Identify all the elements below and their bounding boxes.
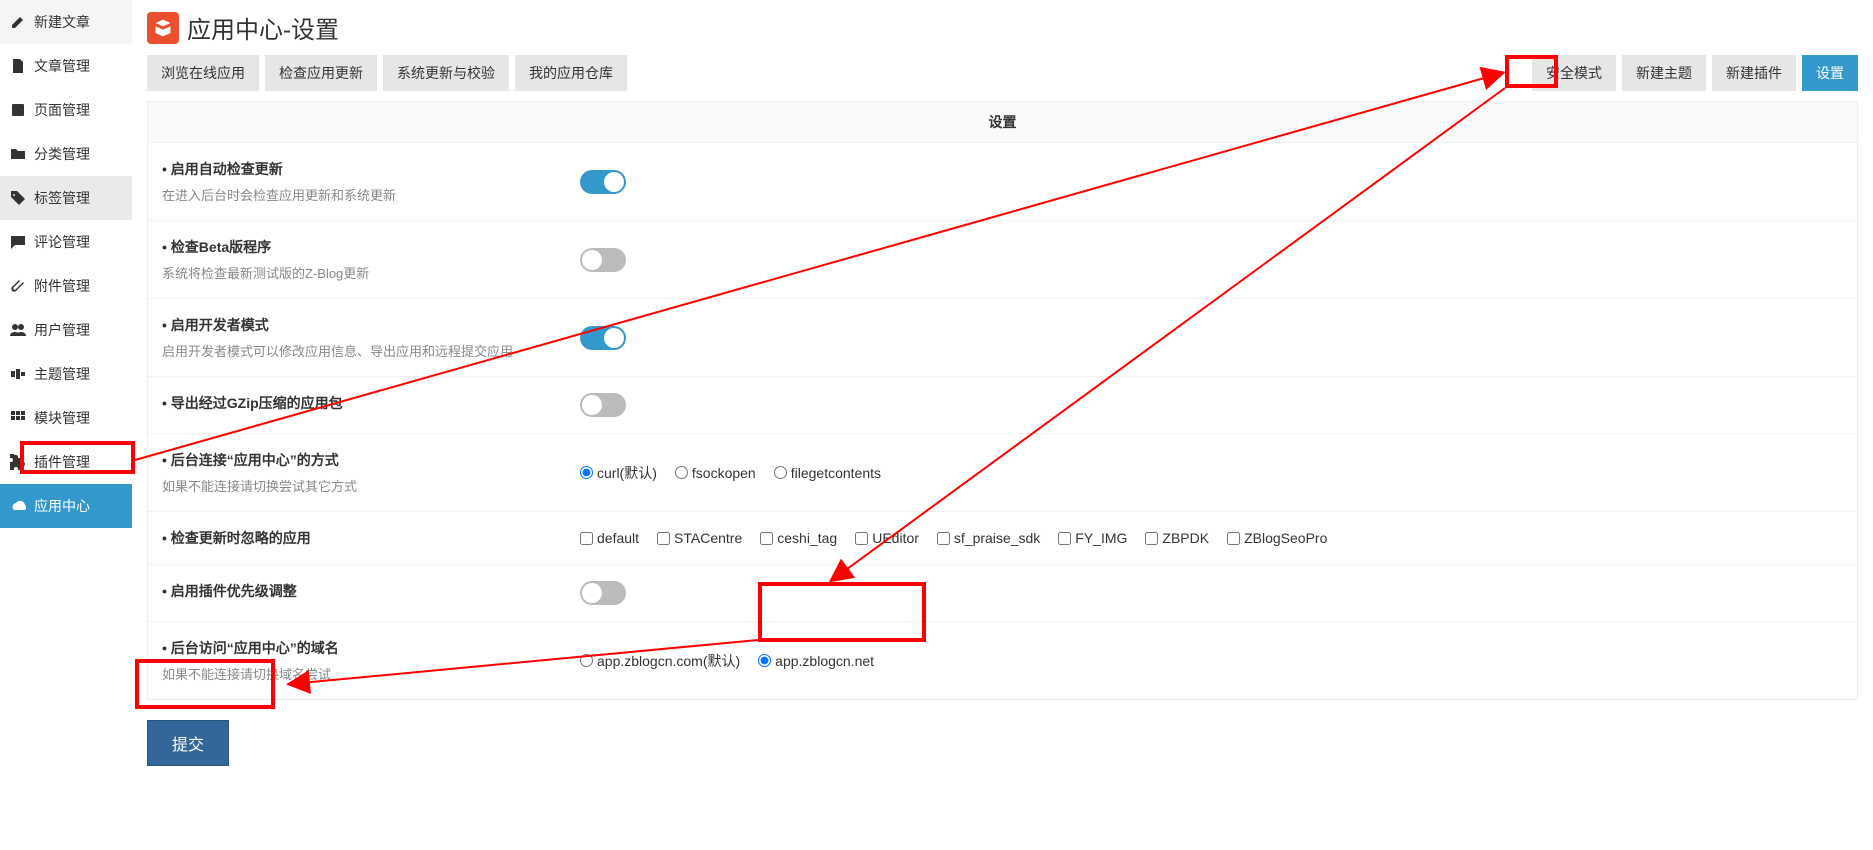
sidebar-item-categories[interactable]: 分类管理 <box>0 132 132 176</box>
radio-conn-curl[interactable]: curl(默认) <box>580 463 657 483</box>
sidebar-item-attachments[interactable]: 附件管理 <box>0 264 132 308</box>
sidebar-item-label: 文章管理 <box>34 56 90 76</box>
settings-panel: 设置 启用自动检查更新 在进入后台时会检查应用更新和系统更新 检查Beta版程序… <box>147 101 1858 700</box>
attachment-icon <box>10 278 26 294</box>
row-priority: 启用插件优先级调整 <box>148 564 1857 621</box>
edit-icon <box>10 14 26 30</box>
radio-domain-net[interactable]: app.zblogcn.net <box>758 653 874 669</box>
row-auto-update: 启用自动检查更新 在进入后台时会检查应用更新和系统更新 <box>148 142 1857 220</box>
desc-beta: 系统将检查最新测试版的Z-Blog更新 <box>162 263 556 282</box>
sidebar-item-themes[interactable]: 主题管理 <box>0 352 132 396</box>
desc-conn: 如果不能连接请切换尝试其它方式 <box>162 476 556 495</box>
check-ignore-stacentre[interactable]: STACentre <box>657 530 742 546</box>
tb-new-plugin[interactable]: 新建插件 <box>1712 55 1796 91</box>
row-gzip: 导出经过GZip压缩的应用包 <box>148 376 1857 433</box>
desc-domain: 如果不能连接请切换域名尝试 <box>162 664 556 683</box>
sidebar-item-plugins[interactable]: 插件管理 <box>0 440 132 484</box>
toggle-dev[interactable] <box>580 326 626 350</box>
sidebar-item-pages[interactable]: 页面管理 <box>0 88 132 132</box>
page-title: 应用中心-设置 <box>187 10 339 45</box>
sidebar-item-label: 新建文章 <box>34 12 90 32</box>
toggle-gzip[interactable] <box>580 393 626 417</box>
theme-icon <box>10 366 26 382</box>
row-beta: 检查Beta版程序 系统将检查最新测试版的Z-Blog更新 <box>148 220 1857 298</box>
radio-conn-filegetcontents[interactable]: filegetcontents <box>774 465 881 481</box>
radio-conn-fsockopen[interactable]: fsockopen <box>675 465 756 481</box>
panel-title: 设置 <box>148 102 1857 142</box>
check-ignore-zbpdk[interactable]: ZBPDK <box>1145 530 1209 546</box>
sidebar-item-modules[interactable]: 模块管理 <box>0 396 132 440</box>
check-ignore-ueditor[interactable]: UEditor <box>855 530 919 546</box>
sidebar-item-label: 评论管理 <box>34 232 90 252</box>
check-ignore-sf-praise[interactable]: sf_praise_sdk <box>937 530 1040 546</box>
tb-system-update[interactable]: 系统更新与校验 <box>383 55 509 91</box>
toolbar-spacer <box>633 55 1526 91</box>
comment-icon <box>10 234 26 250</box>
tb-check-updates[interactable]: 检查应用更新 <box>265 55 377 91</box>
sidebar-item-label: 用户管理 <box>34 320 90 340</box>
cloud-icon <box>10 498 26 514</box>
sidebar-item-users[interactable]: 用户管理 <box>0 308 132 352</box>
page-icon <box>10 102 26 118</box>
sidebar-item-tags[interactable]: 标签管理 <box>0 176 132 220</box>
sidebar-item-label: 分类管理 <box>34 144 90 164</box>
tb-browse-online[interactable]: 浏览在线应用 <box>147 55 259 91</box>
label-beta: 检查Beta版程序 <box>162 237 556 257</box>
sidebar-item-label: 应用中心 <box>34 496 90 516</box>
label-ignore: 检查更新时忽略的应用 <box>162 528 556 548</box>
sidebar-item-label: 页面管理 <box>34 100 90 120</box>
label-dev: 启用开发者模式 <box>162 315 556 335</box>
sidebar-item-label: 主题管理 <box>34 364 90 384</box>
tb-settings[interactable]: 设置 <box>1802 55 1858 91</box>
row-dev: 启用开发者模式 启用开发者模式可以修改应用信息、导出应用和远程提交应用 <box>148 298 1857 376</box>
folder-icon <box>10 146 26 162</box>
file-text-icon <box>10 58 26 74</box>
users-icon <box>10 322 26 338</box>
label-priority: 启用插件优先级调整 <box>162 581 556 601</box>
radio-domain-com[interactable]: app.zblogcn.com(默认) <box>580 651 740 671</box>
row-conn: 后台连接“应用中心”的方式 如果不能连接请切换尝试其它方式 curl(默认) f… <box>148 433 1857 511</box>
sidebar-item-label: 模块管理 <box>34 408 90 428</box>
label-auto-update: 启用自动检查更新 <box>162 159 556 179</box>
check-ignore-ceshi-tag[interactable]: ceshi_tag <box>760 530 837 546</box>
sidebar-item-new-post[interactable]: 新建文章 <box>0 0 132 44</box>
app-logo-icon <box>147 12 179 44</box>
grid-icon <box>10 410 26 426</box>
sidebar-item-label: 标签管理 <box>34 188 90 208</box>
main-content: 应用中心-设置 浏览在线应用 检查应用更新 系统更新与校验 我的应用仓库 安全模… <box>132 0 1873 786</box>
puzzle-icon <box>10 454 26 470</box>
sidebar-item-comments[interactable]: 评论管理 <box>0 220 132 264</box>
sidebar: 新建文章 文章管理 页面管理 分类管理 标签管理 评论管理 附件管理 用户管理 <box>0 0 132 786</box>
toggle-auto-update[interactable] <box>580 170 626 194</box>
check-ignore-zblogseopro[interactable]: ZBlogSeoPro <box>1227 530 1327 546</box>
check-ignore-fy-img[interactable]: FY_IMG <box>1058 530 1127 546</box>
sidebar-item-posts[interactable]: 文章管理 <box>0 44 132 88</box>
row-ignore: 检查更新时忽略的应用 default STACentre ceshi_tag U… <box>148 511 1857 564</box>
sidebar-item-label: 插件管理 <box>34 452 90 472</box>
toggle-priority[interactable] <box>580 581 626 605</box>
row-domain: 后台访问“应用中心”的域名 如果不能连接请切换域名尝试 app.zblogcn.… <box>148 621 1857 699</box>
tb-new-theme[interactable]: 新建主题 <box>1622 55 1706 91</box>
label-domain: 后台访问“应用中心”的域名 <box>162 638 556 658</box>
desc-auto-update: 在进入后台时会检查应用更新和系统更新 <box>162 185 556 204</box>
check-ignore-default[interactable]: default <box>580 530 639 546</box>
desc-dev: 启用开发者模式可以修改应用信息、导出应用和远程提交应用 <box>162 341 556 360</box>
toolbar: 浏览在线应用 检查应用更新 系统更新与校验 我的应用仓库 安全模式 新建主题 新… <box>147 55 1858 91</box>
submit-button[interactable]: 提交 <box>147 720 229 766</box>
tb-my-repo[interactable]: 我的应用仓库 <box>515 55 627 91</box>
sidebar-item-label: 附件管理 <box>34 276 90 296</box>
tag-icon <box>10 190 26 206</box>
label-gzip: 导出经过GZip压缩的应用包 <box>162 393 556 413</box>
tb-safe-mode[interactable]: 安全模式 <box>1532 55 1616 91</box>
label-conn: 后台连接“应用中心”的方式 <box>162 450 556 470</box>
toggle-beta[interactable] <box>580 248 626 272</box>
sidebar-item-app-center[interactable]: 应用中心 <box>0 484 132 528</box>
page-header: 应用中心-设置 <box>147 10 1858 45</box>
